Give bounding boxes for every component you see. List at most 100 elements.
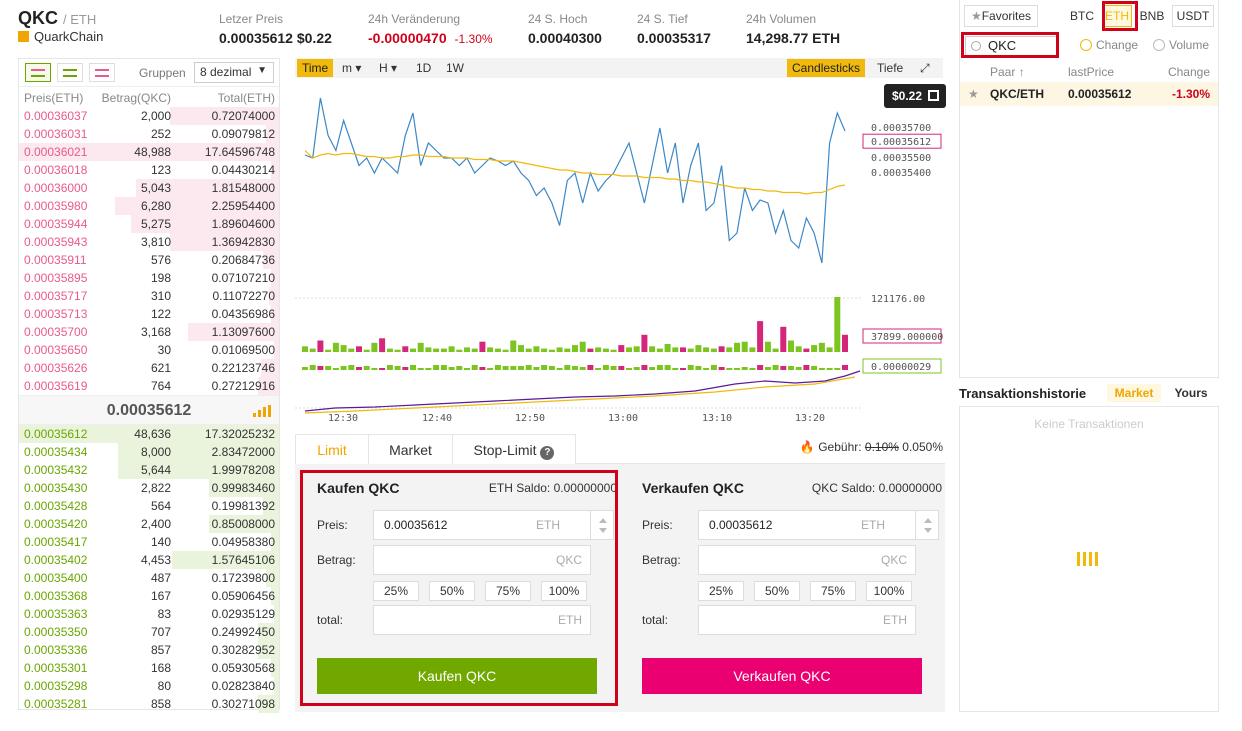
indicator-bar xyxy=(749,368,756,370)
time-tick-label: 13:00 xyxy=(608,413,638,424)
indicator-bar xyxy=(626,368,632,370)
trade-history: Transaktionshistorie Market Yours Keine … xyxy=(959,384,1219,712)
tab-market-trades[interactable]: Market xyxy=(1107,384,1161,402)
sell-price-input[interactable]: 0.00035612 ETH xyxy=(698,510,939,540)
indicator-bar xyxy=(564,365,571,370)
view-both-button[interactable] xyxy=(25,63,51,82)
radio-volume[interactable]: Volume xyxy=(1153,38,1209,52)
sell-75-button[interactable]: 75% xyxy=(810,581,856,601)
order-amount: 621 xyxy=(150,361,171,375)
order-row[interactable]: 0.00035943 3,810 1.36942830 xyxy=(19,233,279,251)
interval-hours-button[interactable]: H ▾ xyxy=(374,59,402,77)
interval-1w-button[interactable]: 1W xyxy=(441,59,469,77)
indicator-bar xyxy=(757,365,764,370)
order-row[interactable]: 0.00035298 80 0.02823840 xyxy=(19,677,279,695)
order-row[interactable]: 0.00035430 2,822 0.99983460 xyxy=(19,479,279,497)
order-row[interactable]: 0.00036018 123 0.04430214 xyxy=(19,161,279,179)
col-change[interactable]: Change xyxy=(1168,65,1210,79)
order-row[interactable]: 0.00035301 168 0.05930568 xyxy=(19,659,279,677)
price-tooltip[interactable]: $0.22 xyxy=(884,84,946,108)
order-row[interactable]: 0.00035612 48,636 17.32025232 xyxy=(19,425,279,443)
sell-total-input[interactable]: ETH xyxy=(698,605,916,635)
col-last-price[interactable]: lastPrice xyxy=(1068,65,1114,79)
interval-time-button[interactable]: Time xyxy=(297,59,334,77)
order-row[interactable]: 0.00036021 48,988 17.64596748 xyxy=(19,143,279,161)
order-row[interactable]: 0.00035417 140 0.04958380 xyxy=(19,533,279,551)
candlesticks-button[interactable]: Candlesticks xyxy=(787,59,866,77)
favorites-button[interactable]: ★Favorites xyxy=(964,5,1038,27)
interval-minutes-button[interactable]: m ▾ xyxy=(337,59,366,77)
order-row[interactable]: 0.00035717 310 0.11072270 xyxy=(19,287,279,305)
order-row[interactable]: 0.00035428 564 0.19981392 xyxy=(19,497,279,515)
order-row[interactable]: 0.00036031 252 0.09079812 xyxy=(19,125,279,143)
order-amount: 3,168 xyxy=(140,325,171,339)
sell-25-button[interactable]: 25% xyxy=(698,581,744,601)
order-row[interactable]: 0.00035619 764 0.27212916 xyxy=(19,377,279,395)
order-amount: 252 xyxy=(150,127,171,141)
sell-50-button[interactable]: 50% xyxy=(754,581,800,601)
order-row[interactable]: 0.00035368 167 0.05906456 xyxy=(19,587,279,605)
quote-usdt-tab[interactable]: USDT xyxy=(1172,5,1214,27)
info-icon xyxy=(18,31,29,42)
volume-bar xyxy=(363,349,370,352)
quote-bnb-tab[interactable]: BNB xyxy=(1134,5,1170,27)
order-row[interactable]: 0.00035363 83 0.02935129 xyxy=(19,605,279,623)
market-row[interactable]: ★ QKC/ETH 0.00035612 -1.30% xyxy=(960,82,1218,106)
market-header: QKC / ETH QuarkChain Letzer Preis 0.0003… xyxy=(18,0,946,52)
interval-1d-button[interactable]: 1D xyxy=(411,59,436,77)
order-row[interactable]: 0.00035944 5,275 1.89604600 xyxy=(19,215,279,233)
coin-name[interactable]: QuarkChain xyxy=(18,29,103,44)
price-tick-label: 0.00035400 xyxy=(871,168,931,179)
view-asks-button[interactable] xyxy=(89,63,115,82)
order-row[interactable]: 0.00035281 858 0.30271098 xyxy=(19,695,279,713)
sell-100-button[interactable]: 100% xyxy=(866,581,912,601)
tab-my-trades[interactable]: Yours xyxy=(1164,384,1218,402)
order-row[interactable]: 0.00035911 576 0.20684736 xyxy=(19,251,279,269)
tab-stop-limit[interactable]: Stop-Limit ? xyxy=(452,434,576,464)
view-bids-button[interactable] xyxy=(57,63,83,82)
signal-icon xyxy=(253,405,271,417)
chart-canvas[interactable]: 0.00035700 0.00035500 0.00035400 0.00035612… xyxy=(295,78,945,428)
volume-bar xyxy=(371,342,378,352)
order-row[interactable]: 0.00036037 2,000 0.72074000 xyxy=(19,107,279,125)
order-row[interactable]: 0.00035980 6,280 2.25954400 xyxy=(19,197,279,215)
sell-button[interactable]: Verkaufen QKC xyxy=(642,658,922,694)
indicator-bar xyxy=(687,365,694,370)
order-total: 2.25954400 xyxy=(211,199,275,213)
col-pair[interactable]: Paar ↑ xyxy=(990,65,1025,79)
volume-bar xyxy=(618,345,625,352)
order-row[interactable]: 0.00035400 487 0.17239800 xyxy=(19,569,279,587)
indicator-bar xyxy=(579,367,586,370)
tab-limit[interactable]: Limit xyxy=(295,434,369,464)
quote-btc-tab[interactable]: BTC xyxy=(1064,5,1100,27)
sell-amount-input[interactable]: QKC xyxy=(698,545,916,575)
indicator-bar xyxy=(764,367,771,370)
order-row[interactable]: 0.00035420 2,400 0.85008000 xyxy=(19,515,279,533)
tab-market[interactable]: Market xyxy=(368,434,453,464)
highlight-box xyxy=(961,32,1059,58)
order-row[interactable]: 0.00035432 5,644 1.99978208 xyxy=(19,461,279,479)
depth-button[interactable]: Tiefe xyxy=(872,59,908,77)
order-row[interactable]: 0.00035895 198 0.07107210 xyxy=(19,269,279,287)
order-row[interactable]: 0.00035336 857 0.30282952 xyxy=(19,641,279,659)
group-select[interactable]: 8 dezimal ▼ xyxy=(194,62,274,83)
volume-bar xyxy=(564,348,571,352)
price-chart: Time m ▾ H ▾ 1D 1W Candlesticks Tiefe ⤢ … xyxy=(295,58,946,428)
external-link-icon xyxy=(928,90,939,101)
order-row[interactable]: 0.00035402 4,453 1.57645106 xyxy=(19,551,279,569)
order-row[interactable]: 0.00035650 30 0.01069500 xyxy=(19,341,279,359)
star-icon[interactable]: ★ xyxy=(968,82,979,106)
order-row[interactable]: 0.00035434 8,000 2.83472000 xyxy=(19,443,279,461)
volume-bar xyxy=(487,347,494,352)
order-row[interactable]: 0.00036000 5,043 1.81548000 xyxy=(19,179,279,197)
radio-change[interactable]: Change xyxy=(1080,38,1138,52)
order-row[interactable]: 0.00035350 707 0.24992450 xyxy=(19,623,279,641)
order-price: 0.00035713 xyxy=(24,307,88,321)
volume-bar xyxy=(834,297,841,352)
order-row[interactable]: 0.00035713 122 0.04356986 xyxy=(19,305,279,323)
indicator-bar xyxy=(309,365,316,370)
order-row[interactable]: 0.00035626 621 0.22123746 xyxy=(19,359,279,377)
order-row[interactable]: 0.00035700 3,168 1.13097600 xyxy=(19,323,279,341)
price-stepper[interactable] xyxy=(915,510,939,540)
fullscreen-icon[interactable]: ⤢ xyxy=(915,59,935,77)
